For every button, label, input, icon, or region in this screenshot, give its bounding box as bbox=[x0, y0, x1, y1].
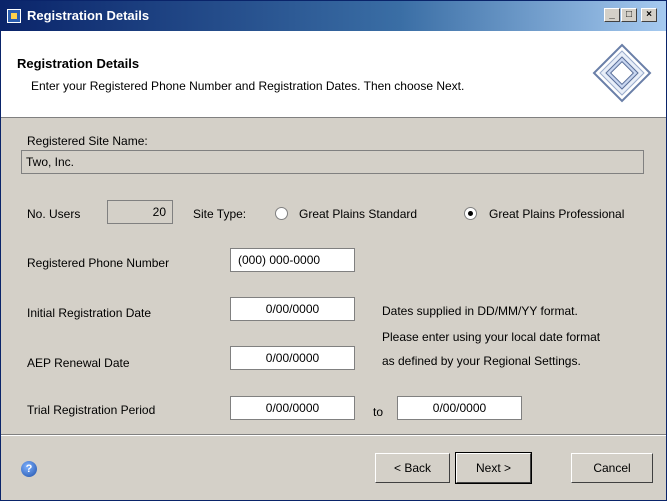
site-type-standard-radio[interactable] bbox=[275, 207, 288, 220]
wizard-header: Registration Details Enter your Register… bbox=[1, 31, 666, 118]
header-subtitle: Enter your Registered Phone Number and R… bbox=[31, 79, 465, 93]
aep-date-label: AEP Renewal Date bbox=[27, 356, 130, 370]
date-format-note-line2: Please enter using your local date forma… bbox=[382, 330, 601, 344]
window-title: Registration Details bbox=[27, 8, 150, 23]
wizard-logo-icon bbox=[592, 43, 652, 103]
close-icon[interactable]: × bbox=[641, 8, 657, 22]
trial-from-field[interactable]: 0/00/0000 bbox=[230, 396, 355, 420]
date-format-note-line3: as defined by your Regional Settings. bbox=[382, 354, 581, 368]
site-name-field: Two, Inc. bbox=[21, 150, 644, 174]
site-name-label: Registered Site Name: bbox=[27, 134, 148, 148]
registration-details-dialog: Registration Details _ □ × Registration … bbox=[0, 0, 667, 501]
users-field: 20 bbox=[107, 200, 173, 224]
phone-field[interactable]: (000) 000-0000 bbox=[230, 248, 355, 272]
aep-date-field[interactable]: 0/00/0000 bbox=[230, 346, 355, 370]
date-format-note-line1: Dates supplied in DD/MM/YY format. bbox=[382, 304, 578, 318]
back-button[interactable]: < Back bbox=[375, 453, 450, 483]
cancel-button[interactable]: Cancel bbox=[571, 453, 653, 483]
title-bar[interactable]: Registration Details _ □ × bbox=[1, 1, 666, 31]
next-button[interactable]: Next > bbox=[455, 452, 532, 484]
site-type-label: Site Type: bbox=[193, 207, 247, 221]
maximize-icon[interactable]: □ bbox=[621, 8, 637, 22]
trial-to-field[interactable]: 0/00/0000 bbox=[397, 396, 522, 420]
initial-date-label: Initial Registration Date bbox=[27, 306, 152, 320]
site-type-standard-label[interactable]: Great Plains Standard bbox=[299, 207, 417, 221]
trial-label: Trial Registration Period bbox=[27, 403, 156, 417]
initial-date-field[interactable]: 0/00/0000 bbox=[230, 297, 355, 321]
trial-to-label: to bbox=[373, 405, 384, 419]
users-label: No. Users bbox=[27, 207, 81, 221]
minimize-icon[interactable]: _ bbox=[604, 8, 620, 22]
header-title: Registration Details bbox=[17, 56, 140, 71]
site-type-professional-label[interactable]: Great Plains Professional bbox=[489, 207, 624, 221]
help-icon[interactable]: ? bbox=[21, 461, 37, 477]
app-icon bbox=[7, 9, 21, 23]
footer-divider bbox=[1, 434, 666, 436]
phone-label: Registered Phone Number bbox=[27, 256, 170, 270]
site-type-professional-radio[interactable] bbox=[464, 207, 477, 220]
